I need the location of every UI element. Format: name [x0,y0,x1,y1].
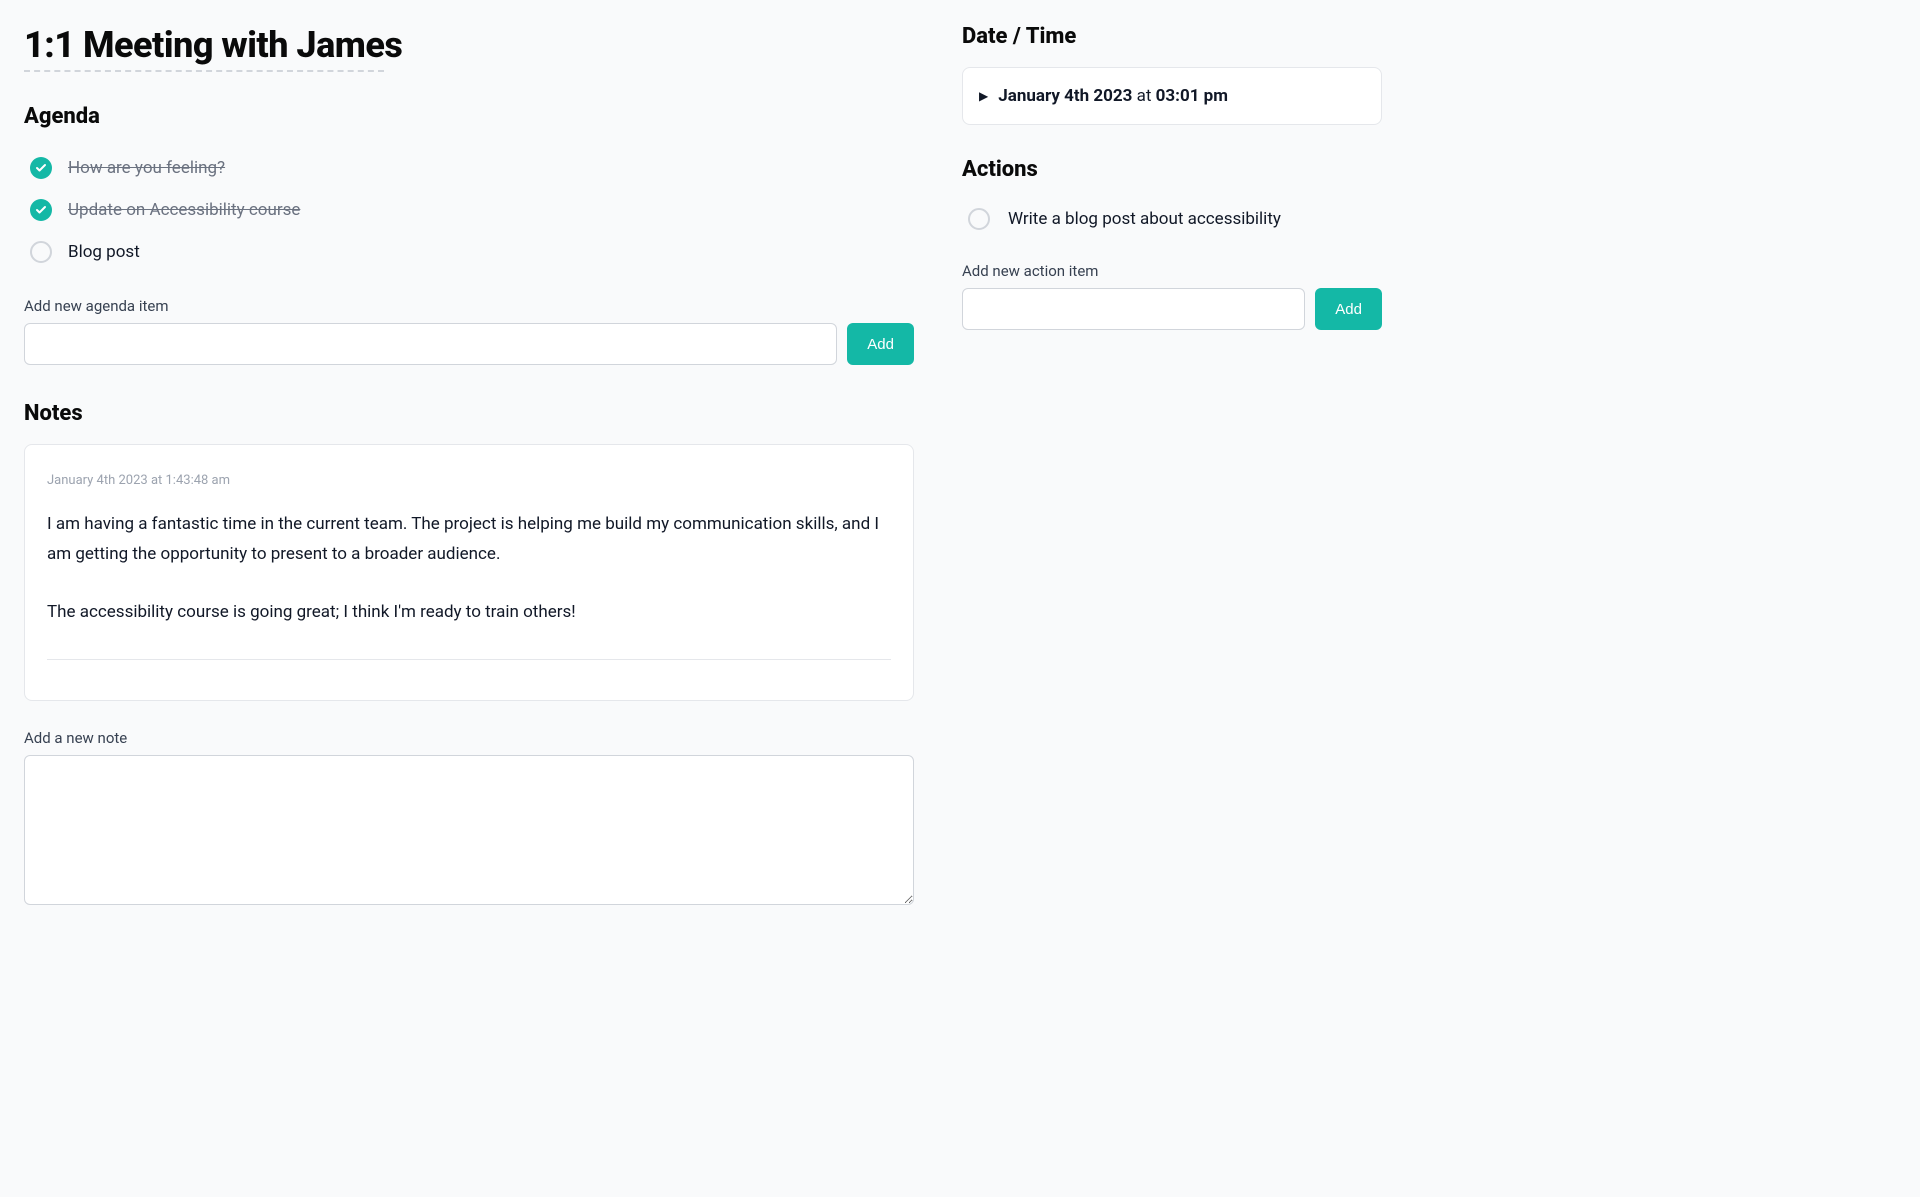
disclosure-triangle-icon: ▶ [979,89,988,103]
action-item: Write a blog post about accessibility [962,200,1382,238]
agenda-add-button[interactable]: Add [847,323,914,365]
note-add-label: Add a new note [24,729,914,747]
action-add-button[interactable]: Add [1315,288,1382,330]
note-timestamp: January 4th 2023 at 1:43:48 am [47,473,891,488]
note-body: I am having a fantastic time in the curr… [47,510,891,627]
note-add-textarea[interactable] [24,755,914,905]
actions-list: Write a blog post about accessibility [962,200,1382,238]
agenda-item: How are you feeling? [24,147,914,189]
agenda-item: Update on Accessibility course [24,189,914,231]
agenda-add-label: Add new agenda item [24,297,914,315]
agenda-add-input[interactable] [24,323,837,365]
title-divider [24,70,384,72]
note-card: January 4th 2023 at 1:43:48 am I am havin… [24,444,914,701]
note-divider [47,659,891,660]
agenda-item-text: Blog post [68,242,140,262]
datetime-time: 03:01 pm [1156,86,1228,106]
datetime-card[interactable]: ▶ January 4th 2023 at 03:01 pm [962,67,1382,125]
notes-heading: Notes [24,401,914,426]
datetime-at: at [1132,86,1155,106]
note-paragraph: The accessibility course is going great;… [47,598,891,628]
agenda-item-text: How are you feeling? [68,158,225,178]
datetime-heading: Date / Time [962,24,1382,49]
actions-heading: Actions [962,157,1382,182]
checkmark-icon[interactable] [30,199,52,221]
checkmark-icon[interactable] [30,157,52,179]
empty-circle-icon[interactable] [30,241,52,263]
datetime-date: January 4th 2023 [998,86,1132,106]
agenda-item: Blog post [24,231,914,273]
page-title: 1:1 Meeting with James [24,24,914,66]
action-add-input[interactable] [962,288,1305,330]
action-add-label: Add new action item [962,262,1382,280]
note-paragraph: I am having a fantastic time in the curr… [47,510,891,570]
agenda-heading: Agenda [24,104,914,129]
action-item-text: Write a blog post about accessibility [1008,209,1281,229]
empty-circle-icon[interactable] [968,208,990,230]
agenda-item-text: Update on Accessibility course [68,200,300,220]
agenda-list: How are you feeling? Update on Accessibil… [24,147,914,273]
